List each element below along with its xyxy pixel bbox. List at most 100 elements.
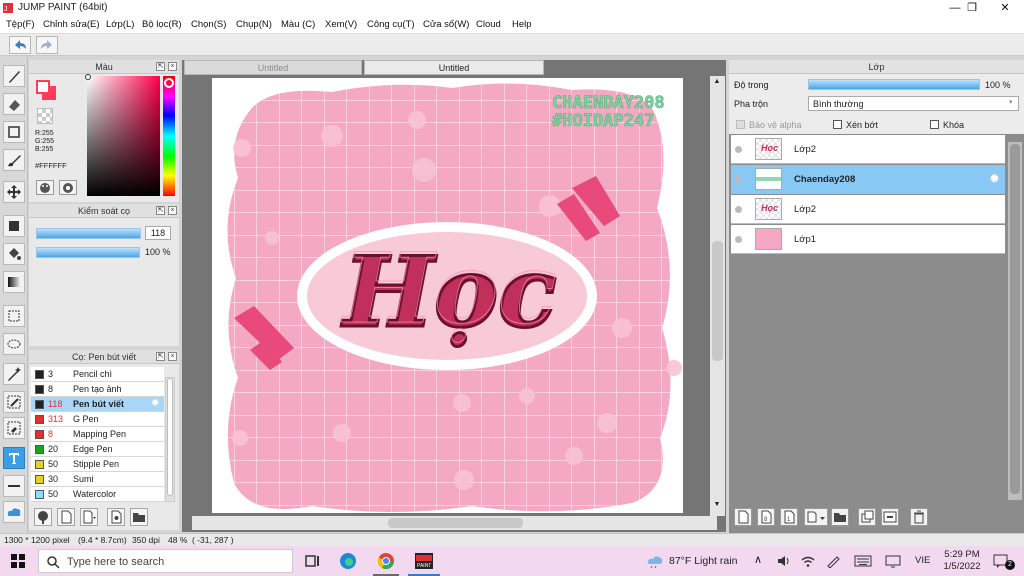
new-layer-button[interactable] xyxy=(734,508,752,526)
keyboard-icon[interactable] xyxy=(854,554,872,568)
pen-list-item[interactable]: 3 Pencil chì xyxy=(31,367,164,382)
new-pen-button[interactable] xyxy=(57,508,75,526)
duplicate-layer-button[interactable] xyxy=(858,508,876,526)
line-tool[interactable] xyxy=(3,475,25,497)
layer-row[interactable]: Học Lớp2 xyxy=(731,195,1005,224)
layer-visibility-icon[interactable] xyxy=(735,206,742,213)
pen-menu-button[interactable] xyxy=(80,508,98,526)
display-icon[interactable] xyxy=(885,554,901,568)
rect-select-tool[interactable] xyxy=(3,305,25,327)
document-tab[interactable]: Untitled xyxy=(184,60,362,75)
select-pen-tool[interactable] xyxy=(3,391,25,413)
eyedropper-palette-button[interactable] xyxy=(59,180,77,195)
layer-settings-gear-icon[interactable]: ✹ xyxy=(989,171,1000,187)
undo-button[interactable] xyxy=(9,36,31,54)
merge-layer-button[interactable] xyxy=(881,508,899,526)
lock-checkbox[interactable] xyxy=(930,120,939,129)
close-button[interactable]: ✕ xyxy=(988,0,1022,16)
edge-browser-button[interactable] xyxy=(338,551,358,571)
layer-row[interactable]: Lớp1 xyxy=(731,225,1005,254)
palette-button[interactable] xyxy=(36,180,54,195)
clipping-checkbox[interactable] xyxy=(833,120,842,129)
pen-list-item[interactable]: 118 Pen bút viết ✹ xyxy=(31,397,164,412)
protect-alpha-checkbox[interactable] xyxy=(736,120,745,129)
maximize-button[interactable]: ❐ xyxy=(955,0,989,16)
eraser-tool[interactable] xyxy=(3,93,25,115)
fill-rect-tool[interactable] xyxy=(3,215,25,237)
pen-list-item[interactable]: 20 Edge Pen xyxy=(31,442,164,457)
bucket-tool[interactable] xyxy=(3,243,25,265)
menu-edit[interactable]: Chỉnh sửa(E) xyxy=(43,19,100,30)
panel-close-icon[interactable]: × xyxy=(168,352,177,361)
layer-folder-button[interactable] xyxy=(831,508,849,526)
pen-list-item[interactable]: 50 Stipple Pen xyxy=(31,457,164,472)
layer-visibility-icon[interactable] xyxy=(735,236,742,243)
add-layer-menu-button[interactable] xyxy=(804,508,828,526)
panel-close-icon[interactable]: × xyxy=(168,206,177,215)
layer-visibility-icon[interactable] xyxy=(735,146,742,153)
pen-list-item[interactable]: 50 Watercolor xyxy=(31,487,164,502)
cloud-tool[interactable] xyxy=(3,501,25,523)
menu-layer[interactable]: Lớp(L) xyxy=(106,19,134,30)
input-language[interactable]: VIE xyxy=(915,555,930,566)
saturation-value-picker[interactable] xyxy=(85,74,160,196)
panel-detach-icon[interactable]: ⇱ xyxy=(156,352,165,361)
chevron-up-icon[interactable]: ∧ xyxy=(754,553,762,566)
menu-capture[interactable]: Chụp(N) xyxy=(236,19,272,30)
menu-tools[interactable]: Công cụ(T) xyxy=(367,19,415,30)
layer-visibility-icon[interactable] xyxy=(735,176,742,183)
menu-select[interactable]: Chọn(S) xyxy=(191,19,226,30)
wifi-icon[interactable] xyxy=(800,554,816,568)
chrome-browser-button[interactable] xyxy=(376,551,396,571)
artwork-canvas[interactable]: Học Học CHAENDAY208 #HOIDAP247 xyxy=(212,78,683,513)
document-tab-active[interactable]: Untitled xyxy=(364,60,544,75)
panel-detach-icon[interactable]: ⇱ xyxy=(156,206,165,215)
menu-filter[interactable]: Bộ lọc(R) xyxy=(142,19,182,30)
pen-tool[interactable] xyxy=(3,65,25,87)
gradient-tool[interactable] xyxy=(3,271,25,293)
transparent-color-swatch[interactable] xyxy=(37,108,53,124)
menu-view[interactable]: Xem(V) xyxy=(325,19,357,30)
text-tool[interactable] xyxy=(3,447,25,469)
menu-window[interactable]: Cửa sổ(W) xyxy=(423,19,469,30)
panel-close-icon[interactable]: × xyxy=(168,62,177,71)
blend-mode-select[interactable]: Bình thường ▾ xyxy=(808,96,1019,111)
move-tool[interactable] xyxy=(3,181,25,203)
menu-file[interactable]: Tệp(F) xyxy=(6,19,35,30)
menu-color[interactable]: Màu (C) xyxy=(281,19,315,30)
windows-start-button[interactable] xyxy=(8,551,28,571)
brush-opacity-slider[interactable] xyxy=(36,247,140,258)
magic-wand-tool[interactable] xyxy=(3,363,25,385)
pen-list-scrollbar[interactable] xyxy=(165,377,175,502)
layer-list-scrollbar[interactable] xyxy=(1008,142,1022,500)
redo-button[interactable] xyxy=(36,36,58,54)
task-view-button[interactable] xyxy=(302,551,322,571)
new-layer-1bit-button[interactable]: 1 xyxy=(780,508,798,526)
weather-text[interactable]: 87°F Light rain xyxy=(669,555,737,567)
pen-list-item[interactable]: 8 Mapping Pen xyxy=(31,427,164,442)
taskbar-clock[interactable]: 5:29 PM 1/5/2022 xyxy=(942,549,982,573)
panel-detach-icon[interactable]: ⇱ xyxy=(156,62,165,71)
volume-icon[interactable] xyxy=(776,554,792,568)
layer-opacity-slider[interactable] xyxy=(808,79,980,90)
select-eraser-tool[interactable] xyxy=(3,417,25,439)
menu-help[interactable]: Help xyxy=(512,19,532,30)
pen-settings-gear-icon[interactable]: ✹ xyxy=(151,398,159,409)
layer-row[interactable]: Học Lớp2 xyxy=(731,135,1005,164)
jump-paint-taskbar-button[interactable]: PAINT xyxy=(414,551,434,571)
canvas-horizontal-scrollbar[interactable] xyxy=(192,516,717,530)
select-tool[interactable] xyxy=(3,121,25,143)
pen-settings-button[interactable] xyxy=(34,508,52,526)
brush-size-value[interactable]: 118 xyxy=(145,226,171,240)
layer-row[interactable]: Chaenday208 ✹ xyxy=(731,165,1005,194)
delete-layer-button[interactable] xyxy=(910,508,928,526)
new-layer-8bit-button[interactable]: 8 xyxy=(757,508,775,526)
primary-color-swatch[interactable] xyxy=(36,80,50,94)
pen-copy-button[interactable] xyxy=(107,508,125,526)
taskbar-search-box[interactable]: Type here to search xyxy=(38,549,293,573)
canvas-vertical-scrollbar[interactable]: ▲ ▼ xyxy=(710,76,725,516)
pen-list-item[interactable]: 8 Pen tạo ảnh xyxy=(31,382,164,397)
pen-folder-button[interactable] xyxy=(130,508,148,526)
pen-list-item[interactable]: 313 G Pen xyxy=(31,412,164,427)
pen-list-item[interactable]: 30 Sumi xyxy=(31,472,164,487)
